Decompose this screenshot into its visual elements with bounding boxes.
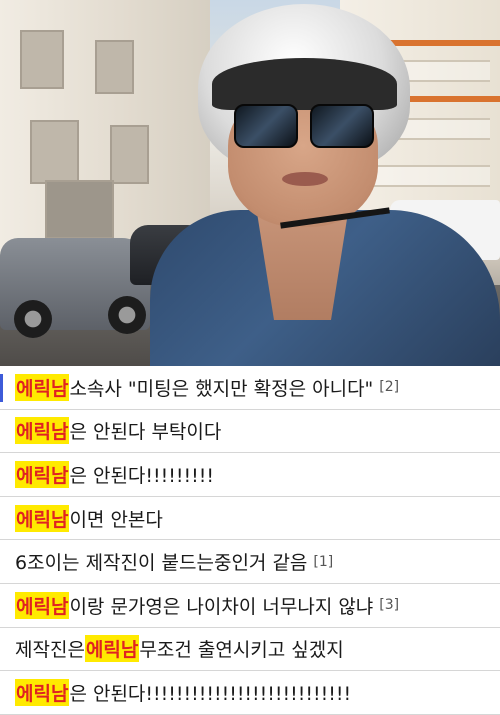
- highlight-keyword: 에릭남: [15, 417, 70, 445]
- comment-item[interactable]: 에릭남 은 안된다 부탁이다: [0, 410, 500, 454]
- highlight-keyword: 에릭남: [15, 591, 70, 619]
- comment-text-post: 이랑 문가영은 나이차이 너무나지 않냐: [69, 595, 374, 618]
- reply-count: [3]: [379, 597, 400, 614]
- comment-item[interactable]: 에릭남 소속사 "미팅은 했지만 확정은 아니다" [2]: [0, 366, 500, 410]
- comment-text-post: 은 안된다!!!!!!!!!!!!!!!!!!!!!!!!!!!: [69, 682, 352, 705]
- person-selfie: [150, 0, 500, 366]
- comment-text-post: 무조건 출연시키고 싶겠지: [139, 639, 344, 662]
- comment-item[interactable]: 에릭남 이면 안본다: [0, 497, 500, 541]
- highlight-keyword: 에릭남: [15, 504, 70, 532]
- reply-count: [2]: [379, 379, 400, 396]
- comment-text-post: 소속사 "미팅은 했지만 확정은 아니다": [69, 377, 374, 400]
- comment-item[interactable]: 에릭남 이랑 문가영은 나이차이 너무나지 않냐 [3]: [0, 584, 500, 628]
- comment-list: 에릭남 소속사 "미팅은 했지만 확정은 아니다" [2] 에릭남 은 안된다 부탁…: [0, 366, 500, 715]
- comment-text-post: 은 안된다 부탁이다: [69, 421, 222, 444]
- selfie-photo: [0, 0, 500, 366]
- comment-text-pre: 6조이는 제작진이 붙드는중인거 같음: [15, 552, 308, 575]
- sunglasses: [234, 104, 374, 148]
- highlight-keyword: 에릭남: [84, 635, 140, 663]
- comment-item[interactable]: 6조이는 제작진이 붙드는중인거 같음 [1]: [0, 540, 500, 584]
- comment-text-post: 은 안된다!!!!!!!!!: [69, 464, 214, 487]
- car-silver: [0, 238, 150, 338]
- highlight-keyword: 에릭남: [15, 373, 70, 401]
- comment-item[interactable]: 에릭남 은 안된다!!!!!!!!!!!!!!!!!!!!!!!!!!!: [0, 671, 500, 715]
- comment-text-pre: 제작진은: [15, 639, 85, 662]
- comment-item[interactable]: 제작진은 에릭남 무조건 출연시키고 싶겠지: [0, 628, 500, 672]
- comment-item[interactable]: 에릭남 은 안된다!!!!!!!!!: [0, 453, 500, 497]
- comment-text-post: 이면 안본다: [69, 508, 163, 531]
- reply-count: [1]: [313, 553, 334, 570]
- highlight-keyword: 에릭남: [15, 460, 70, 488]
- highlight-keyword: 에릭남: [15, 678, 70, 706]
